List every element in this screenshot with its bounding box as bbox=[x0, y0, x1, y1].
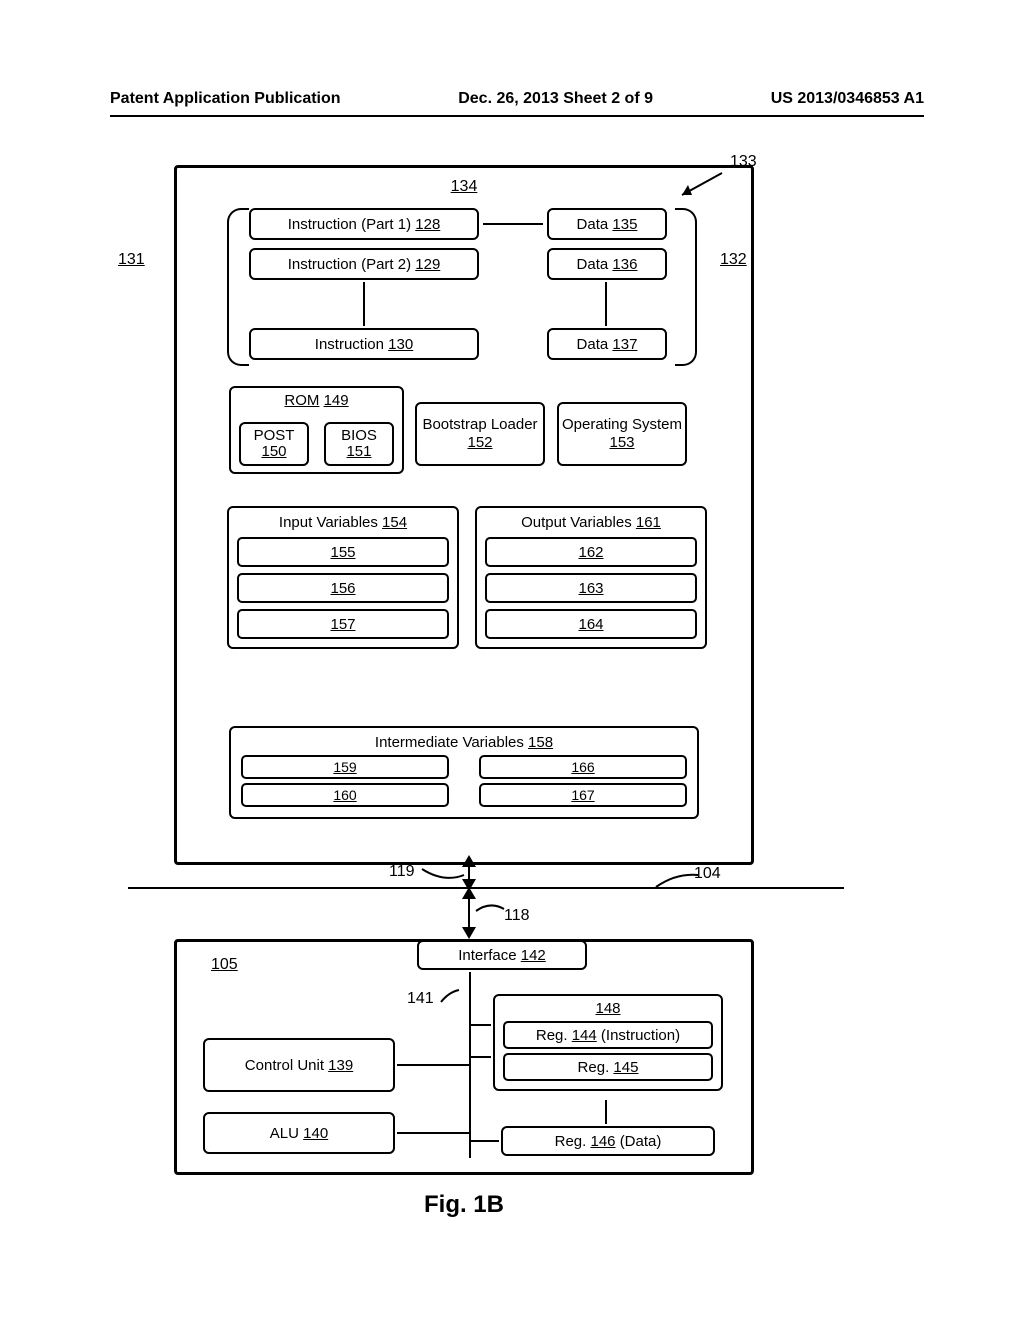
var-row: 156 bbox=[237, 573, 449, 603]
connector-line bbox=[471, 1056, 491, 1058]
ref-131: 131 bbox=[118, 251, 145, 269]
control-unit-box: Control Unit 139 bbox=[203, 1038, 395, 1092]
figure-caption: Fig. 1B bbox=[174, 1191, 754, 1219]
diagram-stage: 131 133 132 134 Instruction (Part 1) 128… bbox=[174, 165, 754, 865]
interface-box: Interface 142 bbox=[417, 940, 587, 970]
page-header: Patent Application Publication Dec. 26, … bbox=[110, 90, 924, 108]
data-137: Data 137 bbox=[547, 328, 667, 360]
reg-row: Reg. 145 bbox=[503, 1053, 713, 1081]
output-vars: Output Variables 161 162 163 164 bbox=[475, 506, 707, 649]
hdr-rule bbox=[110, 115, 924, 117]
var-row: 166 bbox=[479, 755, 687, 779]
connector-line bbox=[471, 1140, 499, 1142]
hdr-left: Patent Application Publication bbox=[110, 90, 341, 108]
instr: Instruction 130 bbox=[249, 328, 479, 360]
data-135: Data 135 bbox=[547, 208, 667, 240]
intermediate-vars: Intermediate Variables 158 159 166 160 1… bbox=[229, 726, 699, 819]
var-row: 162 bbox=[485, 537, 697, 567]
processor-container: 105 Interface 142 141 Control Unit 139 A… bbox=[174, 939, 754, 1175]
arrow-up-icon bbox=[462, 887, 476, 899]
connector-line bbox=[397, 1132, 469, 1134]
brace-right-icon bbox=[675, 208, 697, 366]
connector-line bbox=[363, 282, 365, 326]
bootstrap-box: Bootstrap Loader 152 bbox=[415, 402, 545, 466]
ref-105: 105 bbox=[211, 956, 238, 974]
connector-line bbox=[397, 1064, 469, 1066]
var-row: 160 bbox=[241, 783, 449, 807]
instr-part2: Instruction (Part 2) 129 bbox=[249, 248, 479, 280]
ref-141: 141 bbox=[407, 990, 434, 1008]
ref-134: 134 bbox=[177, 178, 751, 196]
data-136: Data 136 bbox=[547, 248, 667, 280]
lead-line-icon bbox=[474, 903, 508, 921]
connector-line bbox=[471, 1024, 491, 1026]
lead-line-icon bbox=[654, 871, 700, 893]
arrow-down-icon bbox=[462, 927, 476, 939]
hdr-right: US 2013/0346853 A1 bbox=[771, 90, 924, 108]
instr-part1: Instruction (Part 1) 128 bbox=[249, 208, 479, 240]
var-row: 155 bbox=[237, 537, 449, 567]
var-row: 163 bbox=[485, 573, 697, 603]
os-box: Operating System 153 bbox=[557, 402, 687, 466]
brace-left-icon bbox=[227, 208, 249, 366]
reg-row: Reg. 144 (Instruction) bbox=[503, 1021, 713, 1049]
var-row: 164 bbox=[485, 609, 697, 639]
lead-line-icon bbox=[420, 865, 468, 883]
hdr-center: Dec. 26, 2013 Sheet 2 of 9 bbox=[458, 90, 653, 108]
bios-box: BIOS151 bbox=[324, 422, 394, 466]
connector-line bbox=[483, 223, 543, 225]
reg-146: Reg. 146 (Data) bbox=[501, 1126, 715, 1156]
bus-line bbox=[128, 887, 844, 889]
connector-line bbox=[605, 1100, 607, 1124]
input-vars: Input Variables 154 155 156 157 bbox=[227, 506, 459, 649]
rom-box: ROM 149 POST150 BIOS151 bbox=[229, 386, 404, 474]
connector-line bbox=[605, 282, 607, 326]
post-box: POST150 bbox=[239, 422, 309, 466]
var-row: 157 bbox=[237, 609, 449, 639]
memory-container: 134 Instruction (Part 1) 128 Instruction… bbox=[174, 165, 754, 865]
reg-group: 148 Reg. 144 (Instruction) Reg. 145 bbox=[493, 994, 723, 1091]
var-row: 167 bbox=[479, 783, 687, 807]
ref-119: 119 bbox=[389, 863, 415, 881]
lead-line-icon bbox=[439, 988, 461, 1006]
alu-box: ALU 140 bbox=[203, 1112, 395, 1154]
page: Patent Application Publication Dec. 26, … bbox=[0, 0, 1024, 1320]
var-row: 159 bbox=[241, 755, 449, 779]
bus-vertical bbox=[469, 972, 471, 1158]
